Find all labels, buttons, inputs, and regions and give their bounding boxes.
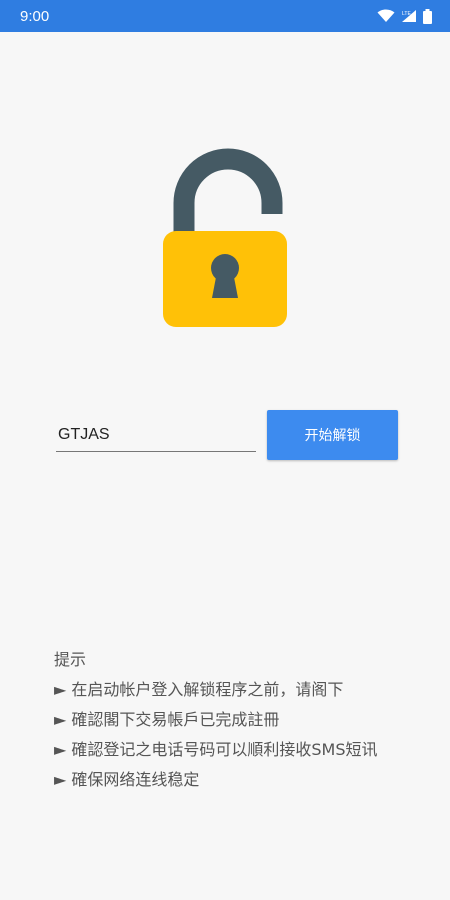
start-unlock-button[interactable]: 开始解锁 — [267, 410, 398, 460]
unlock-form: 开始解锁 — [56, 410, 398, 460]
hint-item: ► 在启动帐户登入解锁程序之前，请阁下 — [54, 680, 344, 699]
hints-title: 提示 — [54, 650, 87, 669]
hint-item: ► 確保网络连线稳定 — [54, 770, 200, 789]
wifi-icon — [377, 9, 395, 22]
hint-item: ► 確認閣下交易帳戶已完成註冊 — [54, 710, 280, 729]
lock-shackle — [173, 148, 283, 236]
battery-icon — [423, 8, 432, 24]
keyhole-icon — [211, 254, 239, 298]
svg-text:LTE: LTE — [402, 11, 411, 17]
lock-icon — [160, 148, 290, 330]
status-time: 9:00 — [20, 7, 50, 25]
code-input[interactable] — [56, 418, 256, 452]
hints-section: 提示 ► 在启动帐户登入解锁程序之前，请阁下 ► 確認閣下交易帳戶已完成註冊 ►… — [54, 645, 399, 795]
status-icons: LTE — [377, 8, 432, 24]
hint-item: ► 確認登记之电话号码可以順利接收SMS短讯 — [54, 740, 378, 759]
lte-signal-icon: LTE — [402, 10, 416, 22]
status-bar: 9:00 LTE — [0, 0, 450, 32]
